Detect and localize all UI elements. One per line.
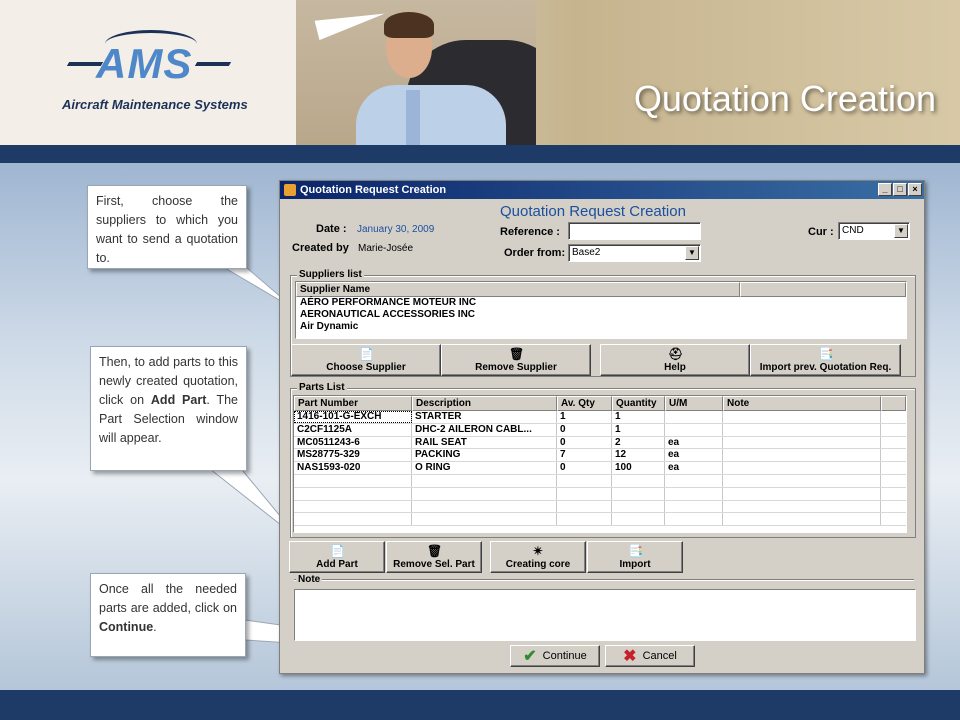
note-textarea[interactable]: [294, 589, 916, 641]
date-label: Date :: [316, 223, 347, 235]
parts-group-label: Parts List: [297, 382, 347, 393]
callout-add-part: Then, to add parts to this newly created…: [90, 346, 247, 471]
supplier-row[interactable]: Air Dynamic: [296, 321, 906, 333]
slide-title: Quotation Creation: [633, 78, 936, 119]
footer-band: [0, 690, 960, 720]
date-value: January 30, 2009: [357, 224, 435, 235]
created-by-value: Marie-Josée: [358, 243, 414, 254]
table-row[interactable]: [294, 513, 906, 527]
doc-plus-icon: 📄: [330, 544, 345, 558]
quotation-window: Quotation Request Creation _ □ × Quotati…: [279, 180, 925, 674]
note-label: Note: [296, 574, 323, 585]
maximize-button[interactable]: □: [893, 183, 907, 196]
table-row[interactable]: [294, 500, 906, 514]
minimize-button[interactable]: _: [878, 183, 892, 196]
supplier-name-header[interactable]: Supplier Name: [296, 282, 740, 297]
order-from-select[interactable]: Base2 ▼: [568, 244, 701, 262]
suppliers-group-label: Suppliers list: [297, 269, 364, 280]
table-row[interactable]: 1416-101-G-EXCH STARTER 1 1: [294, 411, 906, 424]
currency-select[interactable]: CND ▼: [838, 222, 910, 240]
checkmark-icon: ✔: [523, 648, 537, 665]
order-from-label: Order from:: [504, 247, 566, 259]
close-button[interactable]: ×: [908, 183, 922, 196]
currency-label: Cur :: [808, 226, 834, 238]
x-icon: ✖: [623, 648, 637, 665]
import-doc-icon: 📑: [628, 544, 643, 558]
header-photo: [296, 0, 536, 145]
part-number-header[interactable]: Part Number: [294, 396, 412, 411]
add-part-button[interactable]: 📄 Add Part: [289, 541, 385, 573]
chevron-down-icon[interactable]: ▼: [685, 246, 699, 260]
form-title: Quotation Request Creation: [500, 203, 686, 220]
supplier-row[interactable]: AÉRO PERFORMANCE MOTEUR INC: [296, 297, 906, 309]
help-person-icon: ⛑: [668, 347, 684, 361]
av-qty-header[interactable]: Av. Qty: [557, 396, 612, 411]
paper-plane-icon: [314, 3, 388, 41]
logo-wing-right: [194, 62, 232, 66]
window-titlebar[interactable]: Quotation Request Creation _ □ ×: [280, 181, 924, 199]
cancel-button[interactable]: ✖ Cancel: [605, 645, 695, 667]
reference-label: Reference :: [500, 226, 560, 238]
logo-text: AMS: [96, 40, 193, 87]
table-row[interactable]: MS28775-329 PACKING 7 12 ea: [294, 449, 906, 463]
supplier-row[interactable]: AERONAUTICAL ACCESSORIES INC: [296, 309, 906, 321]
core-star-icon: ✴: [532, 544, 544, 558]
import-doc-icon: 📑: [818, 347, 834, 361]
creating-core-button[interactable]: ✴ Creating core: [490, 541, 586, 573]
import-parts-button[interactable]: 📑 Import: [587, 541, 683, 573]
table-row[interactable]: [294, 474, 906, 488]
suppliers-list[interactable]: Supplier Name AÉRO PERFORMANCE MOTEUR IN…: [295, 281, 907, 339]
parts-grid[interactable]: Part Number Description Av. Qty Quantity…: [293, 395, 907, 533]
import-quotation-button[interactable]: 📑 Import prev. Quotation Req.: [750, 344, 901, 376]
callout-continue: Once all the needed parts are added, cli…: [90, 573, 246, 657]
doc-plus-icon: 📄: [359, 347, 374, 361]
table-row[interactable]: C2CF1125A DHC-2 AILERON CABL... 0 1: [294, 423, 906, 437]
remove-supplier-button[interactable]: 🗑 Remove Supplier: [441, 344, 591, 376]
created-by-label: Created by: [292, 242, 349, 254]
continue-button[interactable]: ✔ Continue: [510, 645, 600, 667]
table-row[interactable]: [294, 487, 906, 501]
choose-supplier-button[interactable]: 📄 Choose Supplier: [291, 344, 441, 376]
chevron-down-icon[interactable]: ▼: [894, 224, 908, 238]
table-row[interactable]: NAS1593-020 O RING 0 100 ea: [294, 462, 906, 475]
logo: AMS Aircraft Maintenance Systems: [0, 0, 296, 145]
table-row[interactable]: MC0511243-6 RAIL SEAT 0 2 ea: [294, 436, 906, 450]
note-divider: [294, 579, 914, 581]
app-icon: [284, 184, 296, 196]
logo-subtitle: Aircraft Maintenance Systems: [62, 97, 248, 112]
trash-icon: 🗑: [427, 544, 443, 558]
help-button[interactable]: ⛑ Help: [600, 344, 750, 376]
header-band: [0, 145, 960, 163]
description-header[interactable]: Description: [412, 396, 557, 411]
callout-choose-suppliers: First, choose the suppliers to which you…: [87, 185, 247, 269]
note-header[interactable]: Note: [723, 396, 881, 411]
quantity-header[interactable]: Quantity: [612, 396, 665, 411]
trash-icon: 🗑: [509, 347, 525, 361]
remove-part-button[interactable]: 🗑 Remove Sel. Part: [386, 541, 482, 573]
um-header[interactable]: U/M: [665, 396, 723, 411]
reference-input[interactable]: [568, 222, 701, 240]
